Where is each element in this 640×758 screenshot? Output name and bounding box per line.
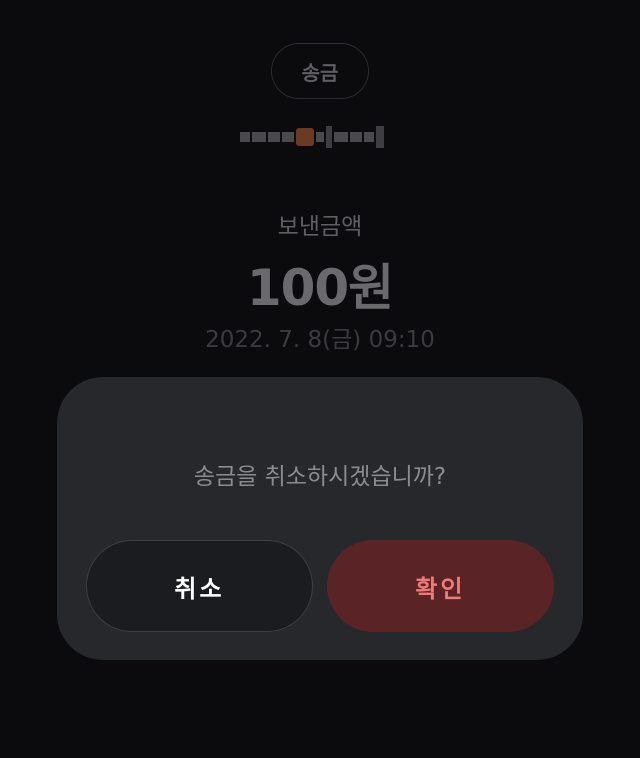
sent-amount-label: 보낸금액 — [277, 214, 363, 240]
sent-amount-value: 100원 — [246, 259, 394, 317]
blur-block — [316, 132, 324, 142]
heart-emoji-icon — [296, 128, 314, 146]
dialog-message: 송금을 취소하시겠습니까? — [193, 464, 447, 490]
transfer-detail-screen: 송금 보낸금액 100원 2022. 7. 8(금) 09:10 송금을 취소하… — [0, 0, 640, 758]
blur-block — [252, 132, 266, 142]
blur-block — [282, 132, 294, 142]
blur-block — [364, 132, 374, 142]
recipient-name-blurred — [240, 120, 408, 154]
blur-block — [326, 126, 332, 148]
cancel-button[interactable]: 취소 — [86, 540, 313, 632]
cancel-transfer-dialog: 송금을 취소하시겠습니까? 취소 확인 — [57, 377, 583, 660]
blur-block — [268, 132, 280, 142]
blur-block — [334, 132, 348, 142]
blur-block — [350, 132, 362, 142]
transfer-type-badge: 송금 — [271, 43, 369, 99]
blur-block — [240, 132, 250, 142]
confirm-button[interactable]: 확인 — [327, 540, 554, 632]
blur-block — [376, 126, 384, 148]
transfer-datetime: 2022. 7. 8(금) 09:10 — [205, 327, 435, 353]
